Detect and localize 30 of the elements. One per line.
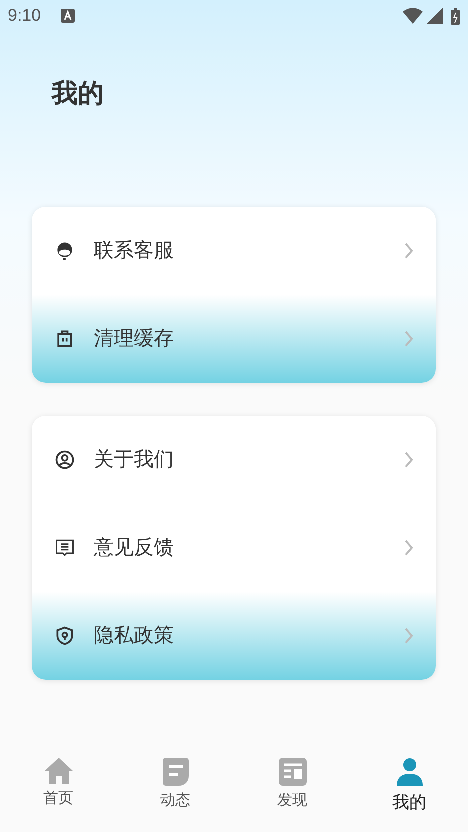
- shield-icon: [54, 625, 76, 647]
- menu-item[interactable]: 隐私政策: [32, 592, 436, 680]
- news-icon: [276, 756, 308, 788]
- menu-item[interactable]: 清理缓存: [32, 295, 436, 383]
- notification-icon: [61, 9, 76, 23]
- chevron-right-icon: [404, 627, 414, 645]
- chevron-right-icon: [404, 539, 414, 557]
- menu-item[interactable]: 关于我们: [32, 416, 436, 504]
- tab[interactable]: 我的: [351, 756, 468, 816]
- chevron-right-icon: [404, 330, 414, 348]
- menu-item-label: 联系客服: [94, 239, 175, 264]
- chevron-right-icon: [404, 451, 414, 469]
- menu-item-label: 关于我们: [94, 448, 175, 473]
- tab[interactable]: 发现: [234, 756, 351, 812]
- home-icon: [42, 756, 74, 786]
- menu-item[interactable]: 意见反馈: [32, 504, 436, 592]
- chevron-right-icon: [404, 242, 414, 260]
- battery-icon: [451, 8, 460, 24]
- tab[interactable]: 动态: [117, 756, 234, 812]
- signal-icon: [427, 8, 443, 24]
- menu-item[interactable]: 联系客服: [32, 207, 436, 295]
- user-circle-icon: [54, 449, 76, 471]
- wifi-icon: [403, 8, 423, 24]
- menu-item-label: 清理缓存: [94, 327, 175, 352]
- status-time: 9:10: [8, 5, 42, 28]
- page-title: 我的: [52, 78, 104, 108]
- tab[interactable]: 首页: [0, 756, 117, 810]
- menu-item-label: 隐私政策: [94, 624, 175, 649]
- message-icon: [54, 537, 76, 559]
- menu-item-label: 意见反馈: [94, 536, 175, 561]
